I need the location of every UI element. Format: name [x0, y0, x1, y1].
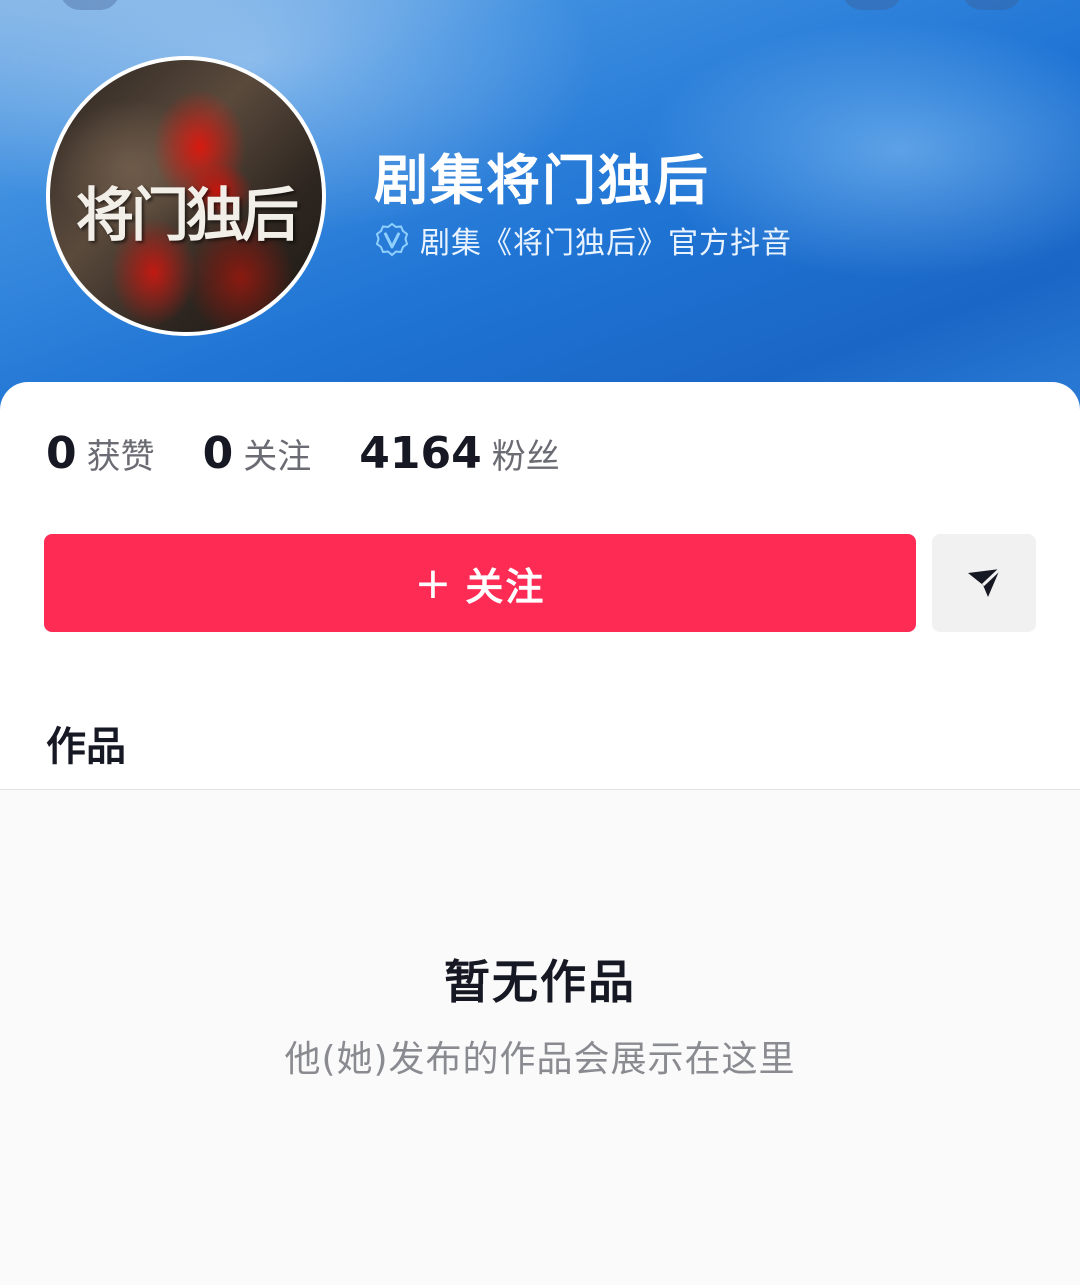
search-button[interactable]	[842, 0, 902, 10]
follow-button[interactable]: + 关注	[44, 534, 916, 632]
stat-followers-value: 4164	[359, 428, 482, 479]
plus-icon: +	[414, 557, 454, 609]
profile-card: 0 获赞 0 关注 4164 粉丝 + 关注 作品	[0, 382, 1080, 790]
stat-followers[interactable]: 4164 粉丝	[359, 428, 559, 479]
tab-works[interactable]: 作品	[46, 714, 126, 772]
back-button[interactable]	[60, 0, 120, 10]
stats-row: 0 获赞 0 关注 4164 粉丝	[46, 428, 608, 479]
follow-button-label: 关注	[465, 564, 546, 609]
stat-following-label: 关注	[243, 437, 312, 477]
empty-state-title: 暂无作品	[444, 955, 636, 1009]
profile-name: 剧集将门独后	[374, 149, 710, 212]
stat-likes-label: 获赞	[86, 437, 155, 477]
avatar[interactable]: 将门独后	[46, 56, 326, 336]
empty-state-description: 他(她)发布的作品会展示在这里	[284, 1039, 796, 1080]
stat-following[interactable]: 0 关注	[203, 428, 312, 479]
stat-likes[interactable]: 0 获赞	[46, 428, 155, 479]
stat-followers-label: 粉丝	[491, 437, 560, 477]
more-button[interactable]	[962, 0, 1022, 10]
tab-divider	[0, 789, 1080, 790]
stat-likes-value: 0	[46, 428, 77, 479]
send-icon	[968, 567, 1002, 597]
avatar-logo-text: 将门独后	[75, 181, 299, 249]
verification-text: 剧集《将门独后》官方抖音	[420, 226, 792, 261]
verified-v-icon	[375, 222, 409, 257]
stat-following-value: 0	[202, 428, 234, 479]
send-message-button[interactable]	[932, 534, 1036, 632]
empty-state: 暂无作品 他(她)发布的作品会展示在这里	[0, 790, 1080, 1285]
verification-row: 剧集《将门独后》官方抖音	[374, 218, 792, 262]
